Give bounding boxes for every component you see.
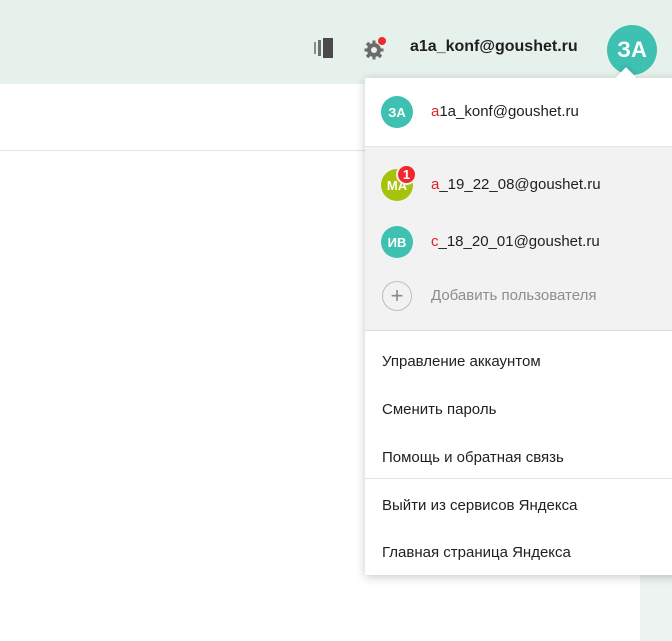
notification-badge: 1 bbox=[396, 164, 417, 185]
account-row[interactable]: ИВ c_18_20_01@goushet.ru bbox=[365, 226, 672, 258]
other-accounts-section: МА 1 a_19_22_08@goushet.ru ИВ c_18_20_01… bbox=[365, 147, 672, 331]
account-login: a_19_22_08@goushet.ru bbox=[431, 176, 601, 193]
add-user-label: Добавить пользователя bbox=[431, 287, 597, 304]
account-avatar: ИВ bbox=[381, 226, 413, 258]
help-feedback-link[interactable]: Помощь и обратная связь bbox=[382, 449, 564, 466]
current-account-avatar: ЗА bbox=[381, 96, 413, 128]
account-popup: ЗА a1a_konf@goushet.ru МА 1 a_19_22_08@g… bbox=[365, 78, 672, 575]
account-login: c_18_20_01@goushet.ru bbox=[431, 233, 600, 250]
add-user-button[interactable]: + Добавить пользователя bbox=[365, 280, 672, 312]
menu-divider bbox=[365, 478, 672, 479]
current-account-section: ЗА a1a_konf@goushet.ru bbox=[365, 78, 672, 147]
gear-icon[interactable] bbox=[361, 33, 391, 63]
change-password-link[interactable]: Сменить пароль bbox=[382, 401, 496, 418]
header-login-link[interactable]: a1a_konf@goushet.ru bbox=[410, 36, 578, 58]
current-account-login: a1a_konf@goushet.ru bbox=[431, 103, 579, 120]
panels-icon[interactable] bbox=[311, 35, 337, 61]
header-avatar[interactable]: ЗА bbox=[607, 25, 657, 75]
plus-icon: + bbox=[382, 281, 412, 311]
yandex-home-link[interactable]: Главная страница Яндекса bbox=[382, 544, 571, 561]
manage-account-link[interactable]: Управление аккаунтом bbox=[382, 353, 541, 370]
logout-link[interactable]: Выйти из сервисов Яндекса bbox=[382, 497, 577, 514]
account-row[interactable]: МА 1 a_19_22_08@goushet.ru bbox=[365, 164, 672, 201]
current-account-row[interactable]: ЗА a1a_konf@goushet.ru bbox=[365, 96, 672, 128]
